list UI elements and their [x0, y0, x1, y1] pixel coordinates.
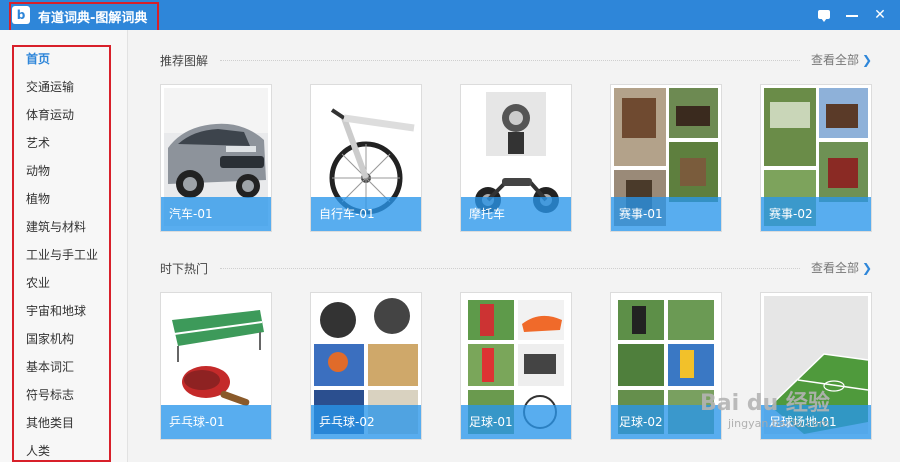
card-football-02[interactable]: 足球-02 — [610, 292, 722, 440]
chevron-right-icon: ❯ — [862, 261, 873, 275]
feedback-button[interactable] — [815, 6, 833, 24]
view-all-trending-link[interactable]: 查看全部 ❯ — [811, 259, 872, 276]
baidu-watermark-url: jingyan.baidu.com — [728, 417, 830, 430]
sidebar-item-institutions[interactable]: 国家机构 — [26, 329, 112, 349]
card-bicycle-01[interactable]: 自行车-01 — [310, 84, 422, 232]
minimize-button[interactable] — [843, 6, 861, 24]
chevron-right-icon: ❯ — [862, 53, 873, 67]
sidebar-item-animals[interactable]: 动物 — [26, 161, 112, 181]
card-event-02[interactable]: 赛事-02 — [760, 84, 872, 232]
card-label: 乒乓球-02 — [311, 405, 421, 439]
sidebar-item-basic-vocab[interactable]: 基本词汇 — [26, 357, 112, 377]
sidebar-item-other[interactable]: 其他类目 — [26, 413, 112, 433]
sidebar-item-universe[interactable]: 宇宙和地球 — [26, 301, 112, 321]
sidebar-item-symbols[interactable]: 符号标志 — [26, 385, 112, 405]
section-title-recommended: 推荐图解 — [160, 54, 209, 68]
card-car-01[interactable]: 汽车-01 — [160, 84, 272, 232]
card-label: 赛事-02 — [761, 197, 871, 231]
window-title: 有道词典-图解词典 — [38, 11, 148, 26]
sidebar-item-architecture[interactable]: 建筑与材料 — [26, 217, 112, 237]
card-event-01[interactable]: 赛事-01 — [610, 84, 722, 232]
baidu-watermark-logo: Bai du 经验 — [700, 391, 830, 416]
card-label: 汽车-01 — [161, 197, 271, 231]
sidebar-item-agriculture[interactable]: 农业 — [26, 273, 112, 293]
minimize-icon — [846, 15, 858, 17]
card-label: 摩托车 — [461, 197, 571, 231]
title-bar: b 有道词典-图解词典 ✕ — [0, 0, 900, 30]
section-divider — [220, 60, 800, 61]
chat-bubble-icon — [818, 10, 830, 22]
sidebar-item-transport[interactable]: 交通运输 — [26, 77, 112, 97]
app-logo-icon: b — [12, 6, 30, 24]
sidebar-item-industry[interactable]: 工业与手工业 — [26, 245, 112, 265]
sidebar-item-sports[interactable]: 体育运动 — [26, 105, 112, 125]
card-motorcycle[interactable]: 摩托车 — [460, 84, 572, 232]
card-label: 自行车-01 — [311, 197, 421, 231]
sidebar-item-art[interactable]: 艺术 — [26, 133, 112, 153]
close-icon: ✕ — [874, 7, 886, 23]
section-divider — [220, 268, 800, 269]
card-label: 足球-01 — [461, 405, 571, 439]
sidebar-item-plants[interactable]: 植物 — [26, 189, 112, 209]
sidebar-item-human[interactable]: 人类 — [26, 441, 112, 461]
sidebar-item-home[interactable]: 首页 — [26, 49, 112, 69]
card-table-tennis-02[interactable]: 乒乓球-02 — [310, 292, 422, 440]
card-label: 乒乓球-01 — [161, 405, 271, 439]
section-title-trending: 时下热门 — [160, 262, 209, 276]
card-football-01[interactable]: 足球-01 — [460, 292, 572, 440]
card-table-tennis-01[interactable]: 乒乓球-01 — [160, 292, 272, 440]
card-label: 赛事-01 — [611, 197, 721, 231]
close-button[interactable]: ✕ — [871, 6, 889, 24]
view-all-recommended-link[interactable]: 查看全部 ❯ — [811, 51, 872, 68]
